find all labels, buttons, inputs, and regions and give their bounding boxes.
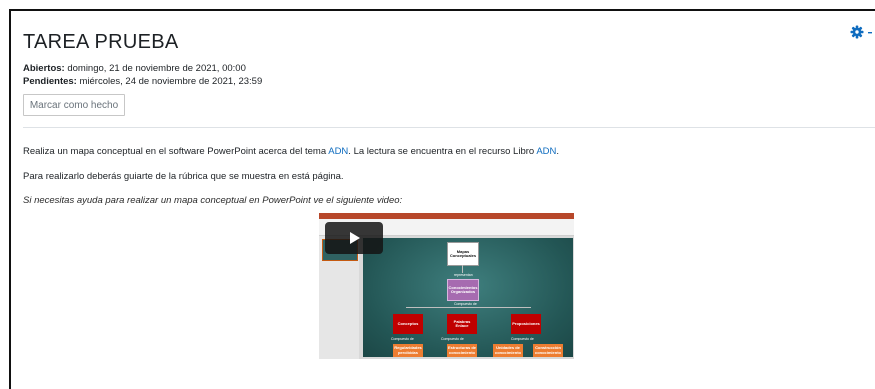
settings-menu[interactable] xyxy=(849,24,875,42)
page-title: TAREA PRUEBA xyxy=(23,31,179,53)
mark-as-done-button[interactable]: Marcar como hecho xyxy=(23,94,125,116)
adn-topic-link[interactable]: ADN xyxy=(328,146,348,157)
opened-date: Abiertos: domingo, 21 de noviembre de 20… xyxy=(23,63,246,74)
slide-level3-box: Construcción conocimiento xyxy=(533,344,563,357)
due-date: Pendientes: miércoles, 24 de noviembre d… xyxy=(23,76,263,87)
slide-level2-box: Proposiciones xyxy=(511,314,541,334)
slide-level2-box: Conceptos xyxy=(393,314,423,334)
slide-link-label: Compuesto de xyxy=(441,337,464,341)
adn-book-link[interactable]: ADN xyxy=(536,146,556,157)
instructions-paragraph: Realiza un mapa conceptual en el softwar… xyxy=(23,146,560,157)
rubric-paragraph: Para realizarlo deberás guiarte de la rú… xyxy=(23,171,344,182)
slide-level3-box: Regularidades percibidas xyxy=(393,344,423,357)
slide-link-label: representan xyxy=(454,273,473,277)
connector-line xyxy=(462,265,463,273)
video-help-paragraph: Si necesitas ayuda para realizar un mapa… xyxy=(23,195,403,206)
slide-level1-box: Conocimientos Organizados xyxy=(447,279,479,301)
slide-link-label: Compuesto de xyxy=(391,337,414,341)
slide-link-label: Compuesto de xyxy=(511,337,534,341)
gear-icon xyxy=(850,25,872,39)
slide-level3-box: Estructuras de conocimiento xyxy=(447,344,477,357)
slide-link-label: Compuesto de xyxy=(454,302,477,306)
video-play-button[interactable] xyxy=(325,222,383,254)
slide-thumbnails xyxy=(319,236,359,359)
chevron-down-icon xyxy=(868,32,872,34)
dates-block: Abiertos: domingo, 21 de noviembre de 20… xyxy=(23,62,262,88)
play-icon xyxy=(350,232,360,244)
slide-preview: Mapas Conceptuales representan Conocimie… xyxy=(363,238,573,357)
slide-level3-box: Unidades de conocimiento xyxy=(493,344,523,357)
slide-title-box: Mapas Conceptuales xyxy=(447,242,479,266)
slide-level2-box: Palabras Enlace xyxy=(447,314,477,334)
embedded-video[interactable]: Mapas Conceptuales representan Conocimie… xyxy=(319,213,574,359)
divider xyxy=(23,127,875,128)
connector-line xyxy=(406,307,531,308)
